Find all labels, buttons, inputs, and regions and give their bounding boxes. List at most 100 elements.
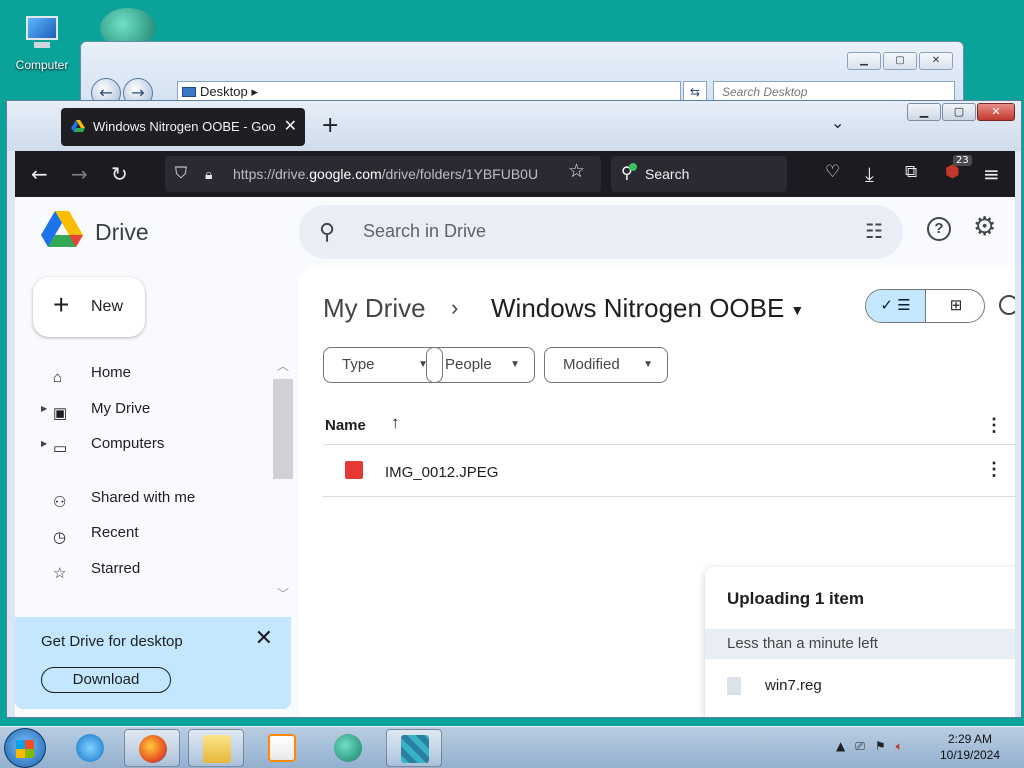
scroll-up-icon[interactable]: ︿ [277, 357, 289, 374]
search-icon: ⚲ [621, 165, 633, 182]
breadcrumb-root[interactable]: My Drive [323, 293, 426, 324]
sidebar-item-home[interactable]: ⌂ Home [45, 358, 265, 388]
help-icon[interactable]: ? [927, 217, 951, 241]
extensions-icon[interactable]: ⧉ [905, 162, 917, 182]
address-text: Desktop [200, 84, 248, 99]
folder-title: Windows Nitrogen OOBE [491, 293, 785, 323]
minimize-button[interactable]: ▁ [907, 103, 941, 121]
chip-label: Modified [563, 356, 620, 373]
sidebar-item-recent[interactable]: ◷ Recent [45, 518, 265, 548]
clock-date: 10/19/2024 [939, 748, 1001, 762]
shield-icon[interactable]: ⛉ [175, 156, 187, 192]
tab-title: Windows Nitrogen OOBE - Goo [93, 119, 276, 134]
drive-search-placeholder: Search in Drive [363, 221, 487, 241]
filter-type-chip[interactable]: Type ▼ [323, 347, 443, 383]
taskbar-media[interactable] [254, 729, 310, 767]
close-button[interactable]: ✕ [919, 52, 953, 70]
file-icon [727, 677, 741, 695]
clock[interactable]: 2:29 AM 10/19/2024 [930, 731, 1010, 763]
desktop-mini-icon [182, 87, 196, 97]
taskbar-orb-app[interactable] [320, 729, 376, 767]
lock-icon[interactable]: 🔒︎ [205, 156, 212, 192]
drive-brand: Drive [95, 219, 149, 245]
download-icon[interactable]: ⤓ [865, 162, 874, 186]
sidebar-item-label: Starred [91, 560, 141, 577]
forward-arrow-icon[interactable]: → [71, 162, 88, 186]
more-options-icon[interactable]: ⋮ [985, 459, 1003, 480]
filter-people-chip[interactable]: People ▼ [426, 347, 535, 383]
info-icon[interactable] [999, 295, 1015, 315]
maximize-button[interactable]: ▢ [942, 103, 976, 121]
action-center-flag-icon[interactable]: ⚑ [875, 739, 886, 754]
new-tab-button[interactable]: + [321, 113, 339, 138]
dropdown-caret-icon: ▼ [790, 302, 805, 319]
sidebar-item-label: Recent [91, 524, 139, 541]
taskbar-ie[interactable] [62, 729, 118, 767]
new-button[interactable]: + New [33, 277, 145, 337]
tab-close-icon[interactable]: ✕ [284, 108, 297, 146]
back-arrow-icon[interactable]: ← [31, 162, 48, 186]
volume-muted-icon[interactable]: 🔈︎ [896, 739, 903, 754]
reload-icon[interactable]: ↻ [111, 162, 128, 186]
more-options-icon[interactable]: ⋮ [985, 415, 1003, 436]
sidebar-item-starred[interactable]: ☆ Starred [45, 554, 265, 584]
sort-arrow-icon[interactable]: ↑ [391, 413, 400, 433]
expand-caret-icon[interactable]: ▶ [41, 394, 47, 424]
list-view-button[interactable]: ✓ ☰ [866, 290, 926, 322]
drive-search-bar[interactable]: ⚲ Search in Drive ☷ [299, 205, 903, 259]
browser-search-input[interactable]: ⚲ Search [611, 156, 787, 192]
chip-label: Type [342, 356, 375, 373]
expand-caret-icon[interactable]: ▶ [41, 429, 47, 459]
registry-editor-icon [401, 735, 429, 763]
minimize-button[interactable]: ▁ [847, 52, 881, 70]
pocket-icon[interactable]: ♡ [825, 162, 840, 182]
table-row[interactable]: IMG_0012.JPEG ⋮ [323, 447, 1015, 497]
search-engine-dot [629, 163, 637, 171]
windows-logo-icon [16, 740, 34, 758]
people-icon: ⚇ [53, 494, 67, 511]
upload-title: Uploading 1 item [727, 589, 864, 608]
close-icon[interactable]: ✕ [255, 625, 273, 651]
sidebar-scrollbar[interactable] [273, 379, 293, 479]
maximize-button[interactable]: ▢ [883, 52, 917, 70]
sidebar-item-computers[interactable]: ▶ ▭ Computers [41, 429, 265, 459]
sidebar-item-label: My Drive [91, 400, 151, 417]
taskbar-explorer[interactable] [188, 729, 244, 767]
upload-file-item: win7.reg [727, 677, 822, 695]
computer-desktop-icon[interactable]: Computer [6, 14, 78, 72]
url-bar[interactable]: ⛉ 🔒︎ https://drive.google.com/drive/fold… [165, 156, 601, 192]
menu-icon[interactable]: ≡ [983, 162, 1000, 186]
name-column-header[interactable]: Name [325, 417, 366, 434]
dropdown-caret-icon: ▼ [643, 359, 653, 370]
start-button[interactable] [4, 728, 46, 768]
taskbar-registry[interactable] [386, 729, 442, 767]
search-options-icon[interactable]: ☷ [865, 219, 883, 244]
sidebar-item-shared[interactable]: ⚇ Shared with me [45, 483, 265, 513]
list-tabs-chevron-icon[interactable]: ⌄ [831, 113, 844, 132]
scroll-down-icon[interactable]: ﹀ [277, 585, 289, 602]
network-icon[interactable]: ⎚ [855, 739, 865, 754]
plus-icon: + [53, 289, 70, 320]
search-icon[interactable]: ⚲ [319, 219, 335, 245]
browser-tab[interactable]: Windows Nitrogen OOBE - Goo ✕ [61, 108, 305, 146]
nav-toolbar: ← → ↻ ⛉ 🔒︎ https://drive.google.com/driv… [15, 151, 1015, 197]
computer-label: Computer [15, 58, 69, 72]
close-button[interactable]: ✕ [977, 103, 1015, 121]
filter-modified-chip[interactable]: Modified ▼ [544, 347, 668, 383]
sidebar-item-my-drive[interactable]: ▶ ▣ My Drive [41, 394, 265, 424]
show-hidden-icons-icon[interactable]: ▲ [836, 739, 845, 754]
star-icon: ☆ [53, 565, 67, 582]
app-orb-icon [334, 734, 362, 762]
clock-time: 2:29 AM [947, 732, 993, 746]
sidebar-item-label: Shared with me [91, 489, 196, 506]
bookmark-star-icon[interactable]: ☆ [568, 160, 585, 182]
file-name: IMG_0012.JPEG [385, 464, 499, 481]
internet-explorer-icon [76, 734, 104, 762]
my-drive-icon: ▣ [53, 405, 68, 422]
taskbar-firefox[interactable] [124, 729, 180, 767]
sidebar-item-label: Computers [91, 435, 165, 452]
breadcrumb-current[interactable]: Windows Nitrogen OOBE ▼ [491, 293, 804, 324]
gear-icon[interactable]: ⚙ [973, 211, 996, 242]
download-button[interactable]: Download [41, 667, 171, 693]
grid-view-button[interactable]: ⊞ [926, 290, 984, 322]
